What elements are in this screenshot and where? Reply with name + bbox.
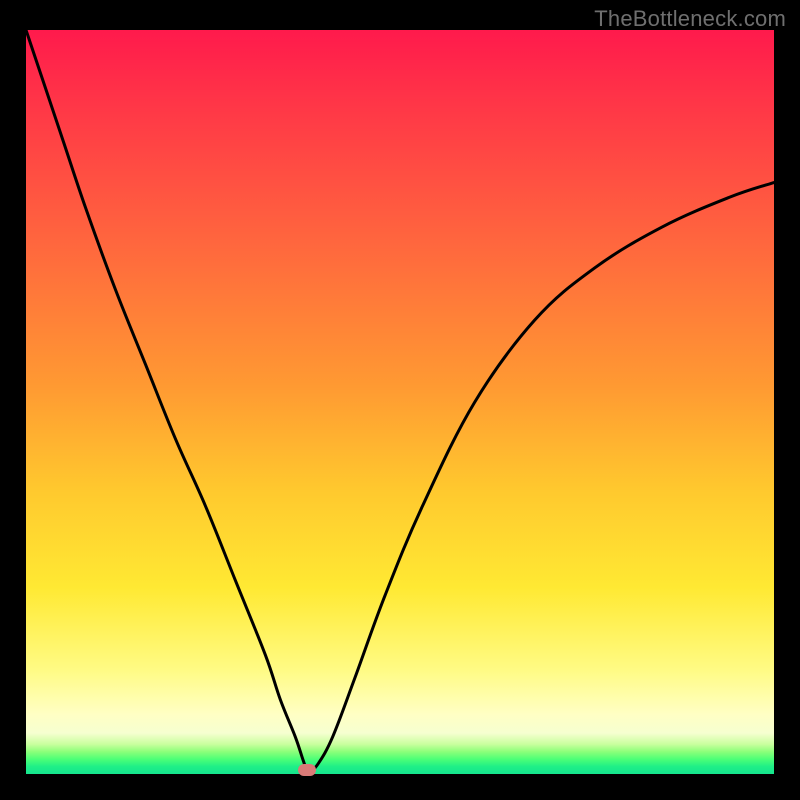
watermark-text: TheBottleneck.com [594, 6, 786, 32]
bottleneck-curve [26, 30, 774, 774]
chart-frame: TheBottleneck.com [0, 0, 800, 800]
minimum-marker [298, 764, 316, 776]
plot-area [26, 30, 774, 774]
